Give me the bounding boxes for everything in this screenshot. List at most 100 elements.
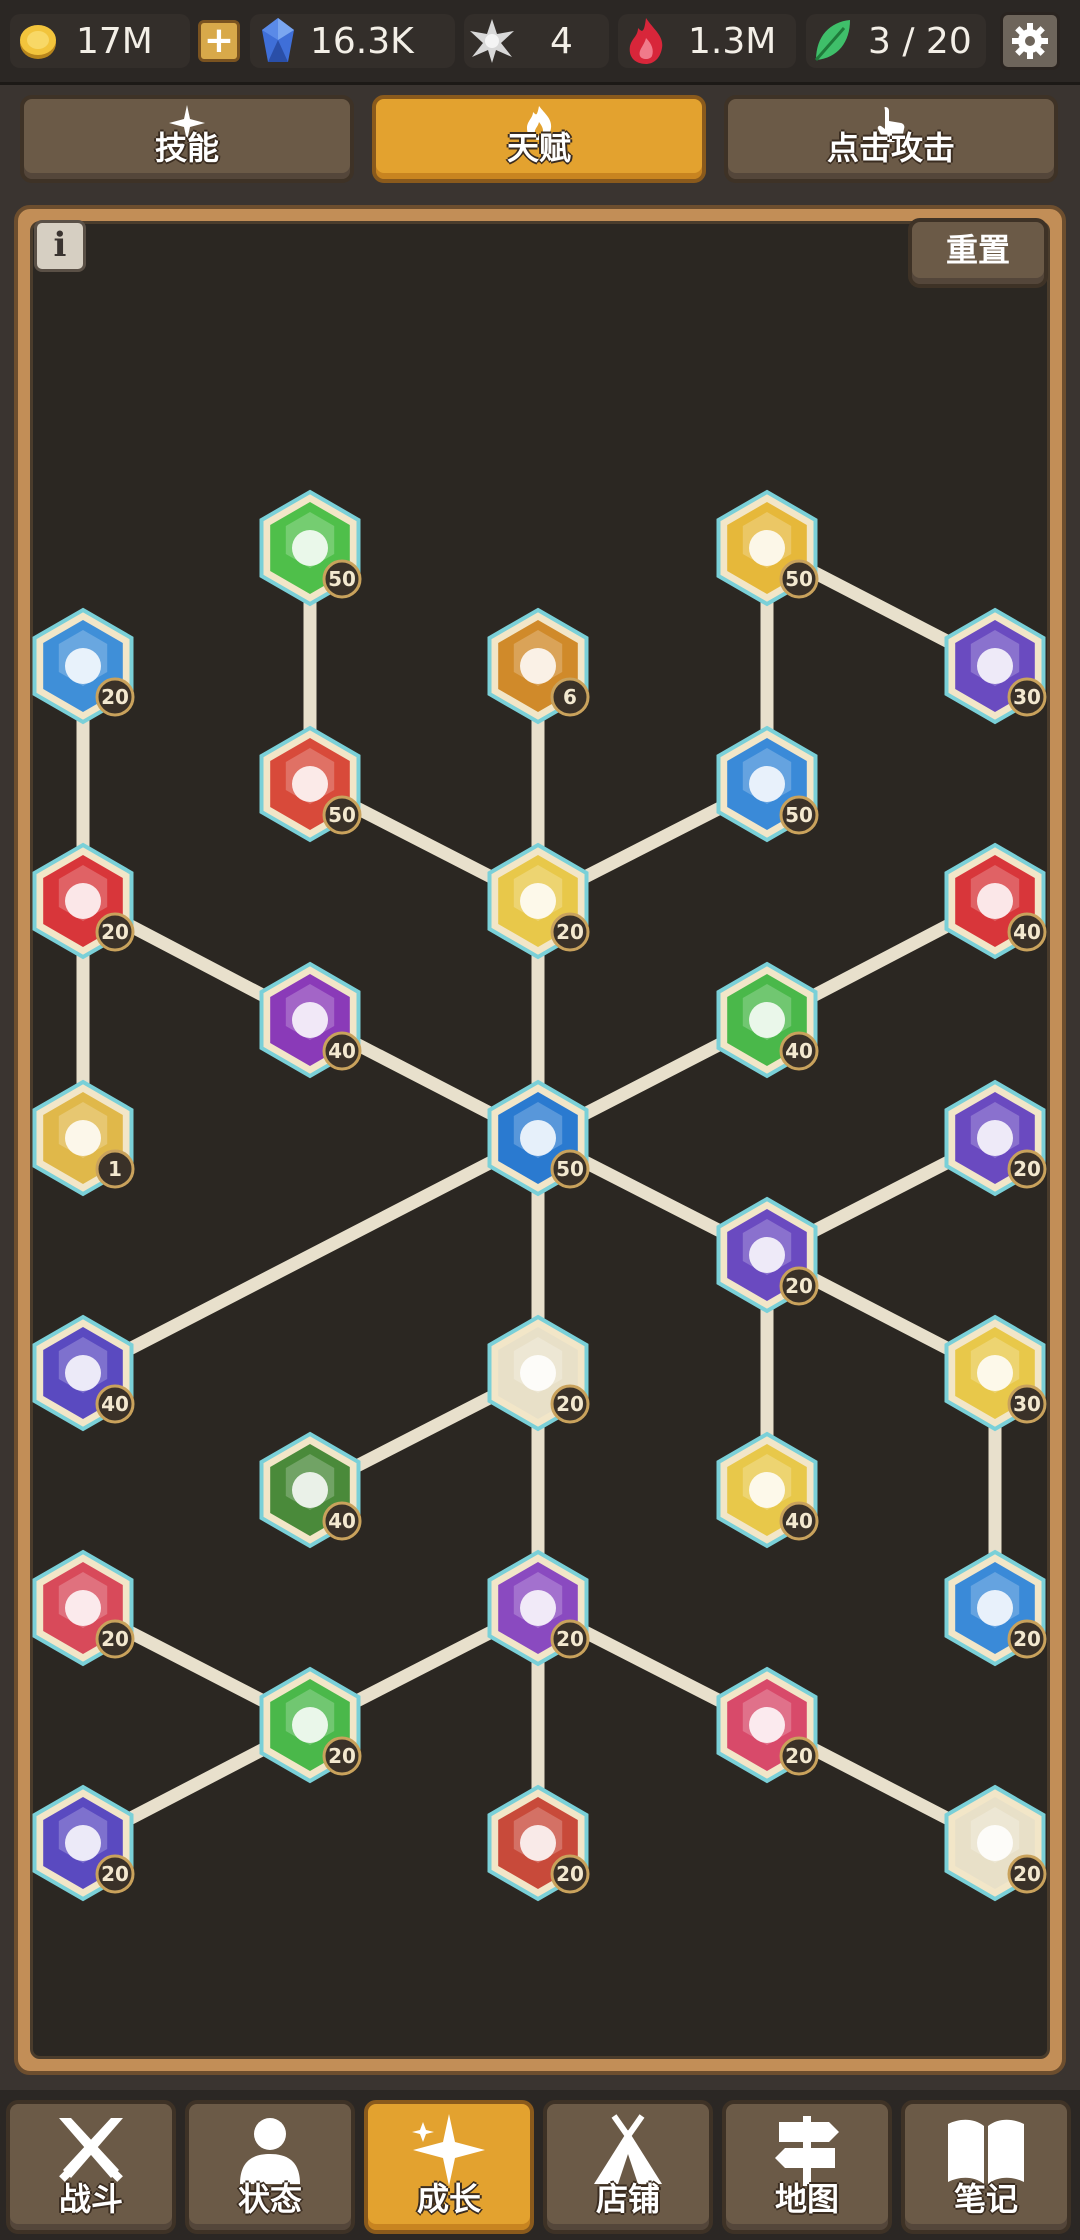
flower-drop-icon bbox=[977, 1590, 1013, 1626]
talent-node-n23[interactable]: 20 bbox=[944, 1549, 1047, 1667]
talent-node-n0[interactable]: 50 bbox=[259, 489, 362, 607]
talent-node-n2[interactable]: 20 bbox=[32, 607, 135, 725]
book-icon bbox=[749, 766, 785, 802]
talent-level: 40 bbox=[328, 1509, 356, 1533]
talent-level: 50 bbox=[328, 567, 356, 591]
talent-node-n15[interactable]: 20 bbox=[716, 1196, 819, 1314]
evil-poster-icon bbox=[520, 1825, 556, 1861]
diamond-book-icon bbox=[65, 1590, 101, 1626]
nav-battle[interactable]: 战斗 bbox=[6, 2100, 176, 2234]
exp-up-icon bbox=[749, 1002, 785, 1038]
talent-node-n25[interactable]: 20 bbox=[716, 1666, 819, 1784]
talent-node-n19[interactable]: 40 bbox=[259, 1431, 362, 1549]
talent-level: 1 bbox=[108, 1157, 122, 1181]
talent-node-n22[interactable]: 20 bbox=[487, 1549, 590, 1667]
goat-book-icon bbox=[977, 1825, 1013, 1861]
talent-level: 40 bbox=[785, 1039, 813, 1063]
talent-level: 40 bbox=[328, 1039, 356, 1063]
leaf-up-icon bbox=[977, 1120, 1013, 1156]
talent-level: 30 bbox=[1013, 685, 1041, 709]
swap-arrows-icon bbox=[65, 883, 101, 919]
talent-level: 40 bbox=[1013, 920, 1041, 944]
talent-node-n17[interactable]: 20 bbox=[487, 1314, 590, 1432]
talent-level: 40 bbox=[101, 1392, 129, 1416]
talent-level: 20 bbox=[328, 1744, 356, 1768]
talent-node-n11[interactable]: 40 bbox=[716, 961, 819, 1079]
flame-up-icon bbox=[977, 883, 1013, 919]
talent-level: 20 bbox=[1013, 1627, 1041, 1651]
talent-level: 40 bbox=[785, 1509, 813, 1533]
target-map-icon bbox=[292, 1472, 328, 1508]
talent-node-n10[interactable]: 40 bbox=[259, 961, 362, 1079]
nav-status[interactable]: 状态 bbox=[185, 2100, 355, 2234]
talent-node-n5[interactable]: 50 bbox=[259, 725, 362, 843]
nav-shop[interactable]: 店铺 bbox=[543, 2100, 713, 2234]
talent-node-n28[interactable]: 20 bbox=[944, 1784, 1047, 1902]
talent-level: 20 bbox=[101, 685, 129, 709]
talent-node-n1[interactable]: 50 bbox=[716, 489, 819, 607]
talent-node-n8[interactable]: 20 bbox=[487, 842, 590, 960]
talent-node-n9[interactable]: 40 bbox=[944, 842, 1047, 960]
talent-level: 50 bbox=[556, 1157, 584, 1181]
talent-node-n24[interactable]: 20 bbox=[259, 1666, 362, 1784]
muscle-icon bbox=[292, 530, 328, 566]
talent-node-n16[interactable]: 40 bbox=[32, 1314, 135, 1432]
talent-node-n3[interactable]: 6 bbox=[487, 607, 590, 725]
flower-hand-icon bbox=[977, 1355, 1013, 1391]
nav-map[interactable]: 地图 bbox=[722, 2100, 892, 2234]
talent-level: 20 bbox=[556, 1627, 584, 1651]
talent-level: 20 bbox=[785, 1744, 813, 1768]
nav-notes[interactable]: 笔记 bbox=[901, 2100, 1071, 2234]
lock-cycle-icon bbox=[65, 1120, 101, 1156]
nav-growth-label: 成长 bbox=[416, 2180, 481, 2218]
coins-up-icon bbox=[292, 1002, 328, 1038]
talent-level: 20 bbox=[556, 920, 584, 944]
glowing-hero-icon bbox=[520, 883, 556, 919]
talent-node-n4[interactable]: 30 bbox=[944, 607, 1047, 725]
talent-level: 50 bbox=[328, 803, 356, 827]
talent-level: 20 bbox=[556, 1862, 584, 1886]
wanted-poster-icon bbox=[520, 1355, 556, 1391]
talent-node-n18[interactable]: 30 bbox=[944, 1314, 1047, 1432]
talent-level: 30 bbox=[1013, 1392, 1041, 1416]
herb-hand-icon bbox=[749, 1237, 785, 1273]
talent-level: 20 bbox=[1013, 1157, 1041, 1181]
talent-level: 6 bbox=[563, 685, 577, 709]
talent-node-n6[interactable]: 50 bbox=[716, 725, 819, 843]
mushroom-book-icon bbox=[292, 1707, 328, 1743]
arrow-up-icon bbox=[520, 648, 556, 684]
runner-icon bbox=[749, 530, 785, 566]
talent-level: 20 bbox=[101, 1627, 129, 1651]
stopwatch-icon bbox=[65, 648, 101, 684]
talent-level: 20 bbox=[101, 920, 129, 944]
boss-stats-icon bbox=[520, 1590, 556, 1626]
lightning-icon bbox=[977, 648, 1013, 684]
talent-node-n21[interactable]: 20 bbox=[32, 1549, 135, 1667]
exp-coins-icon bbox=[65, 1355, 101, 1391]
talent-level: 50 bbox=[785, 803, 813, 827]
talent-level: 20 bbox=[101, 1862, 129, 1886]
talent-node-n13[interactable]: 50 bbox=[487, 1079, 590, 1197]
talent-node-n12[interactable]: 1 bbox=[32, 1079, 135, 1197]
talent-connector bbox=[80, 1132, 541, 1379]
nav-notes-label: 笔记 bbox=[953, 2180, 1018, 2218]
ghost-book-icon bbox=[65, 1825, 101, 1861]
nav-shop-label: 店铺 bbox=[595, 2180, 660, 2218]
pink-monster-icon bbox=[749, 1707, 785, 1743]
talent-level: 20 bbox=[1013, 1862, 1041, 1886]
nav-status-label: 状态 bbox=[237, 2180, 302, 2218]
talent-node-n7[interactable]: 20 bbox=[32, 842, 135, 960]
talent-level: 50 bbox=[785, 567, 813, 591]
hero-ascend-icon bbox=[520, 1120, 556, 1156]
talent-node-n27[interactable]: 20 bbox=[487, 1784, 590, 1902]
talent-node-n14[interactable]: 20 bbox=[944, 1079, 1047, 1197]
talent-level: 20 bbox=[556, 1392, 584, 1416]
talent-node-n20[interactable]: 40 bbox=[716, 1431, 819, 1549]
talent-level: 20 bbox=[785, 1274, 813, 1298]
nav-battle-label: 战斗 bbox=[58, 2180, 123, 2218]
crystal-up-icon bbox=[749, 1472, 785, 1508]
fist-icon bbox=[292, 766, 328, 802]
nav-growth[interactable]: 成长 bbox=[364, 2100, 534, 2234]
talent-node-n26[interactable]: 20 bbox=[32, 1784, 135, 1902]
talent-tree: 50 50 20 6 30 50 50 20 20 40 40 40 1 50 20 20 40 20 30 40 40… bbox=[32, 489, 1047, 1902]
